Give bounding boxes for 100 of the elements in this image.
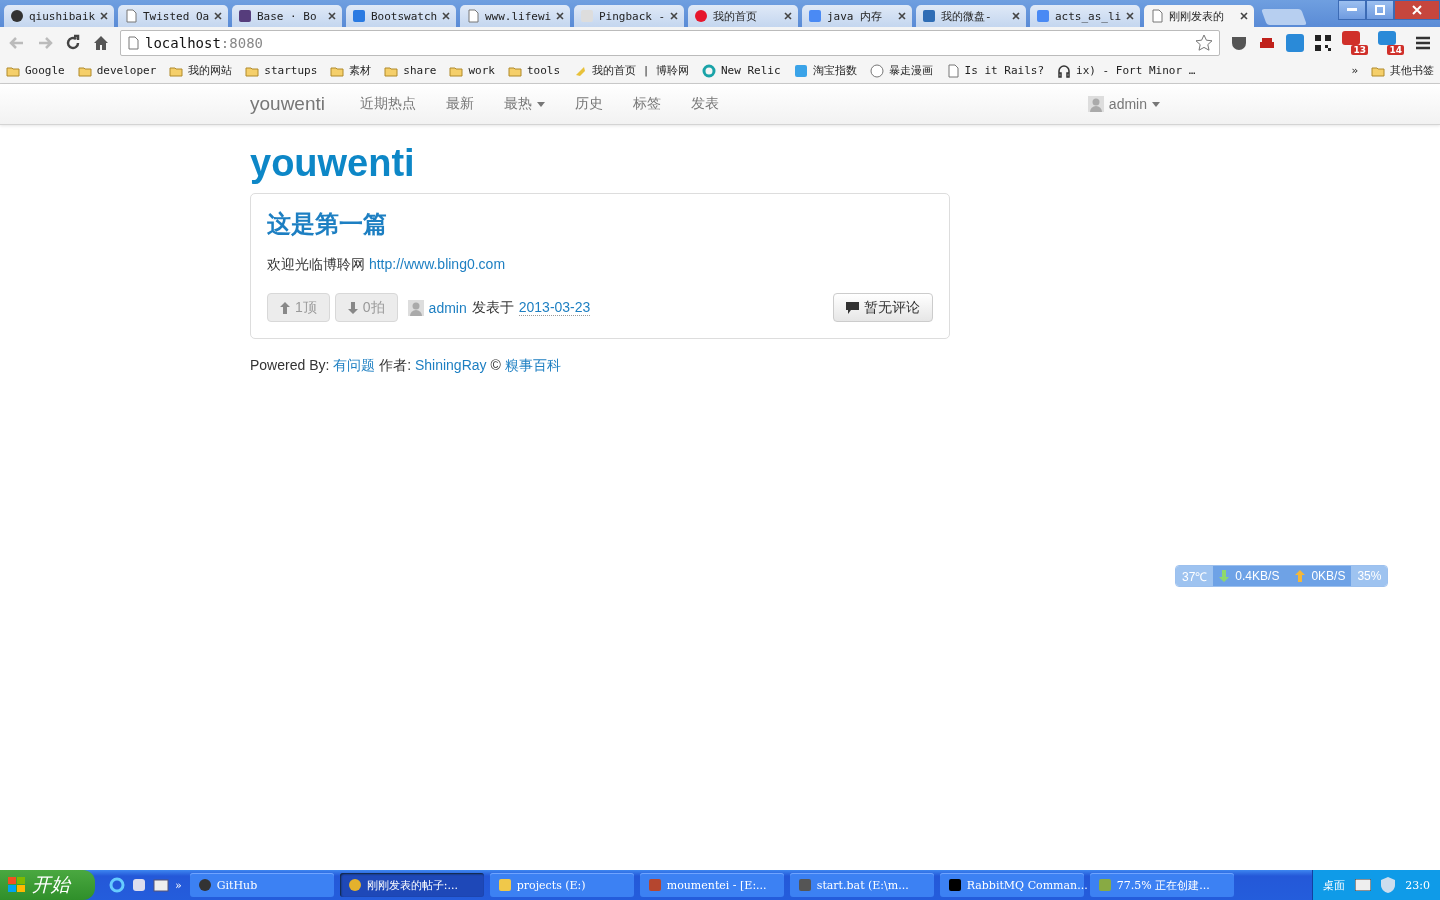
bookmark[interactable]: 暴走漫画 — [869, 63, 933, 78]
maximize-icon[interactable] — [1366, 0, 1394, 20]
page-icon — [945, 63, 960, 78]
browser-tab[interactable]: 我的首页 — [688, 5, 798, 27]
close-icon[interactable] — [670, 12, 678, 20]
bookmark[interactable]: 淘宝指数 — [793, 63, 857, 78]
minimize-icon[interactable] — [1338, 0, 1366, 20]
comments-button[interactable]: 暂无评论 — [833, 293, 933, 322]
favicon-icon — [1036, 9, 1050, 23]
post-link[interactable]: http://www.bling0.com — [368, 256, 506, 272]
date-link[interactable]: 2013-03-23 — [518, 299, 591, 316]
favicon-icon — [352, 9, 366, 23]
close-icon[interactable] — [784, 12, 792, 20]
app-icon — [347, 878, 362, 892]
start-button[interactable]: 开始 — [0, 870, 95, 900]
page-icon — [124, 9, 138, 23]
author-link[interactable]: admin — [428, 299, 467, 316]
browser-tab[interactable]: Twisted Oa — [118, 5, 228, 27]
arrow-up-icon — [280, 301, 290, 314]
browser-tab[interactable]: acts_as_li — [1030, 5, 1140, 27]
app-icon — [1097, 878, 1112, 892]
page-icon — [1150, 9, 1164, 23]
bookmark[interactable]: 我的网站 — [169, 63, 233, 78]
browser-tab[interactable]: 刚刚发表的 — [1144, 5, 1254, 27]
close-icon[interactable] — [1012, 12, 1020, 20]
arrow-down-icon — [1219, 570, 1230, 582]
bookmark[interactable]: 其他书签 — [1371, 63, 1434, 78]
windows-logo-icon — [8, 877, 26, 893]
browser-tab[interactable]: Pingback - — [574, 5, 684, 27]
taskbar-button[interactable]: GitHub — [189, 873, 334, 897]
user-menu[interactable]: admin — [1072, 96, 1175, 112]
favicon-icon — [694, 9, 708, 23]
qr-code-icon[interactable] — [1314, 33, 1332, 52]
page-heading: youwenti — [250, 142, 416, 185]
count-badge: 13 — [1351, 44, 1368, 55]
more-button[interactable]: » — [175, 878, 182, 892]
address-bar[interactable]: localhost:8080 — [120, 29, 1220, 56]
browser-tab[interactable]: Bootswatch — [346, 5, 456, 27]
taskbar-button[interactable]: 77.5% 正在创建... — [1089, 873, 1234, 897]
more-bookmarks-button[interactable]: » — [1351, 64, 1358, 77]
bookmark[interactable]: Is it Rails? — [945, 63, 1045, 78]
star-icon[interactable] — [1195, 33, 1213, 52]
bookmark[interactable]: ix) - Fort Minor … — [1057, 63, 1196, 78]
bookmark[interactable]: 我的首页 | 博聆网 — [573, 63, 689, 78]
close-icon[interactable] — [556, 12, 564, 20]
browser-tab[interactable]: java 内存 — [802, 5, 912, 27]
page-icon — [127, 35, 139, 50]
taskbar-button[interactable]: start.bat (E:\m... — [789, 873, 934, 897]
close-icon[interactable] — [1394, 0, 1440, 20]
brand-link[interactable]: youwenti — [250, 93, 325, 115]
footer-link[interactable]: 糗事百科 — [504, 357, 561, 373]
browser-icon[interactable] — [109, 877, 125, 893]
taskbar-button[interactable]: moumentei - [E:... — [639, 873, 784, 897]
bookmark[interactable]: 素材 — [330, 63, 372, 78]
close-icon[interactable] — [100, 12, 108, 20]
app-icon — [797, 878, 812, 892]
reload-icon[interactable] — [64, 33, 82, 52]
close-icon[interactable] — [1126, 12, 1134, 20]
app-icon — [947, 878, 962, 892]
browser-tab[interactable]: www.lifewi — [460, 5, 570, 27]
nav-link[interactable]: 近期热点 — [345, 95, 431, 113]
nav-link[interactable]: 标签 — [618, 95, 676, 113]
desktop-icon[interactable] — [153, 877, 169, 893]
close-icon[interactable] — [1240, 12, 1248, 20]
taskbar-button[interactable]: 刚刚发表的帖子:... — [339, 873, 484, 897]
bookmark[interactable]: Google — [6, 63, 65, 78]
home-icon[interactable] — [92, 33, 110, 52]
bookmark[interactable]: startups — [245, 63, 318, 78]
footer-link[interactable]: 有问题 — [333, 357, 376, 373]
favicon-icon — [580, 9, 594, 23]
nav-link[interactable]: 最热 — [489, 95, 560, 113]
count-badge: 14 — [1387, 44, 1404, 55]
browser-tab[interactable]: Base · Bo — [232, 5, 342, 27]
browser-tab[interactable]: 我的微盘- — [916, 5, 1026, 27]
caret-icon — [537, 101, 545, 107]
arrow-up-icon — [1295, 570, 1306, 582]
avatar-icon — [407, 299, 424, 316]
app-icon — [197, 878, 212, 892]
keyboard-icon — [1355, 879, 1372, 891]
bookmark[interactable]: New Relic — [701, 63, 781, 78]
nav-link[interactable]: 历史 — [560, 95, 618, 113]
bookmark[interactable]: tools — [507, 63, 561, 78]
close-icon[interactable] — [898, 12, 906, 20]
bookmark[interactable]: developer — [77, 63, 157, 78]
footer-link[interactable]: ShiningRay — [414, 357, 487, 373]
nav-link[interactable]: 发表 — [676, 95, 734, 113]
post-title[interactable]: 这是第一篇 — [267, 208, 387, 240]
close-icon[interactable] — [328, 12, 336, 20]
browser-tab[interactable]: qiushibaik — [4, 5, 114, 27]
taskbar-button[interactable]: projects (E:) — [489, 873, 634, 897]
favicon-icon — [238, 9, 252, 23]
close-icon[interactable] — [214, 12, 222, 20]
post-body: 欢迎光临博聆网 http://www.bling0.com — [267, 256, 507, 274]
close-icon[interactable] — [442, 12, 450, 20]
square-icon — [793, 63, 808, 78]
bookmark[interactable]: work — [449, 63, 495, 78]
extension-icon[interactable] — [1286, 33, 1304, 52]
nav-link[interactable]: 最新 — [431, 95, 489, 113]
bookmark[interactable]: share — [384, 63, 437, 78]
clock-text: 23:0 — [1405, 878, 1430, 892]
